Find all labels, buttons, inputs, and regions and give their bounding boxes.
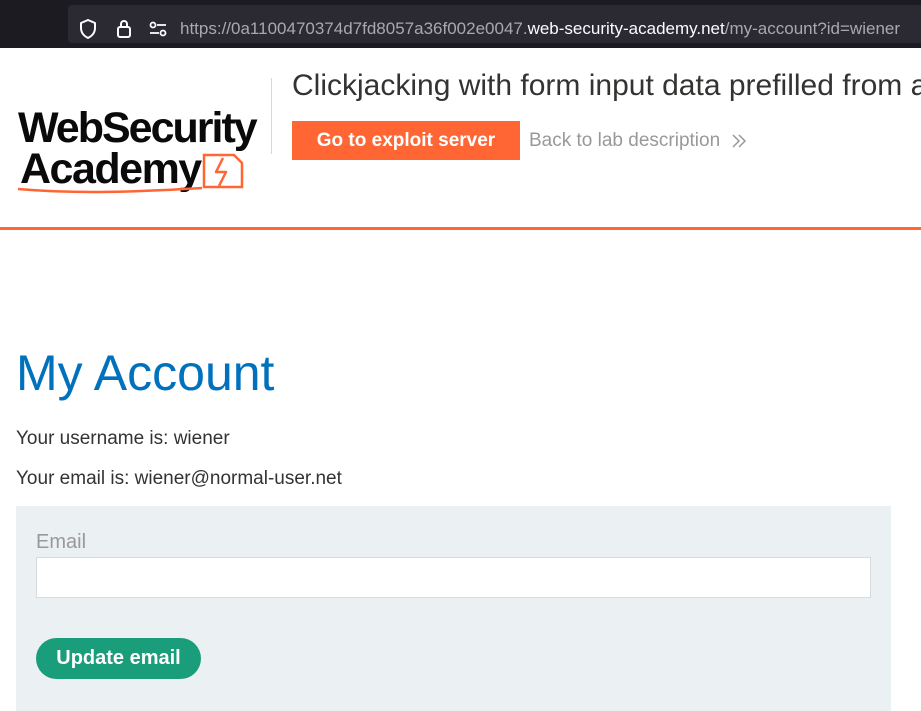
header-divider (0, 227, 921, 230)
change-email-form: Email Update email (16, 506, 891, 711)
shield-icon[interactable] (76, 17, 100, 41)
email-field[interactable] (36, 557, 871, 598)
logo-divider (271, 78, 272, 154)
logo-line2: Academy (20, 145, 202, 193)
lab-header: WebSecurity Academy Clickjacking with fo… (0, 48, 921, 229)
back-to-lab-description-link[interactable]: Back to lab description (529, 128, 748, 154)
address-bar[interactable]: https://0a1100470374d7fd8057a36f002e0047… (68, 5, 921, 43)
back-link-label: Back to lab description (529, 130, 721, 151)
url-text[interactable]: https://0a1100470374d7fd8057a36f002e0047… (180, 17, 900, 41)
email-text: Your email is: wiener@normal-user.net (16, 468, 342, 489)
double-chevron-right-icon (732, 134, 747, 148)
email-field-label: Email (36, 531, 87, 553)
lock-icon[interactable] (112, 17, 136, 41)
username-text: Your username is: wiener (16, 428, 230, 449)
update-email-button[interactable]: Update email (36, 638, 201, 679)
url-prefix: https://0a1100470374d7fd8057a36f002e0047… (180, 19, 528, 38)
url-domain: web-security-academy.net (527, 19, 725, 38)
url-path: /my-account?id=wiener (724, 19, 901, 38)
lab-title: Clickjacking with form input data prefil… (292, 69, 921, 102)
browser-toolbar: https://0a1100470374d7fd8057a36f002e0047… (0, 0, 921, 48)
web-security-academy-logo[interactable]: WebSecurity Academy (16, 76, 272, 216)
permissions-icon[interactable] (146, 17, 170, 41)
go-to-exploit-server-button[interactable]: Go to exploit server (292, 121, 520, 160)
page-title: My Account (16, 345, 275, 401)
